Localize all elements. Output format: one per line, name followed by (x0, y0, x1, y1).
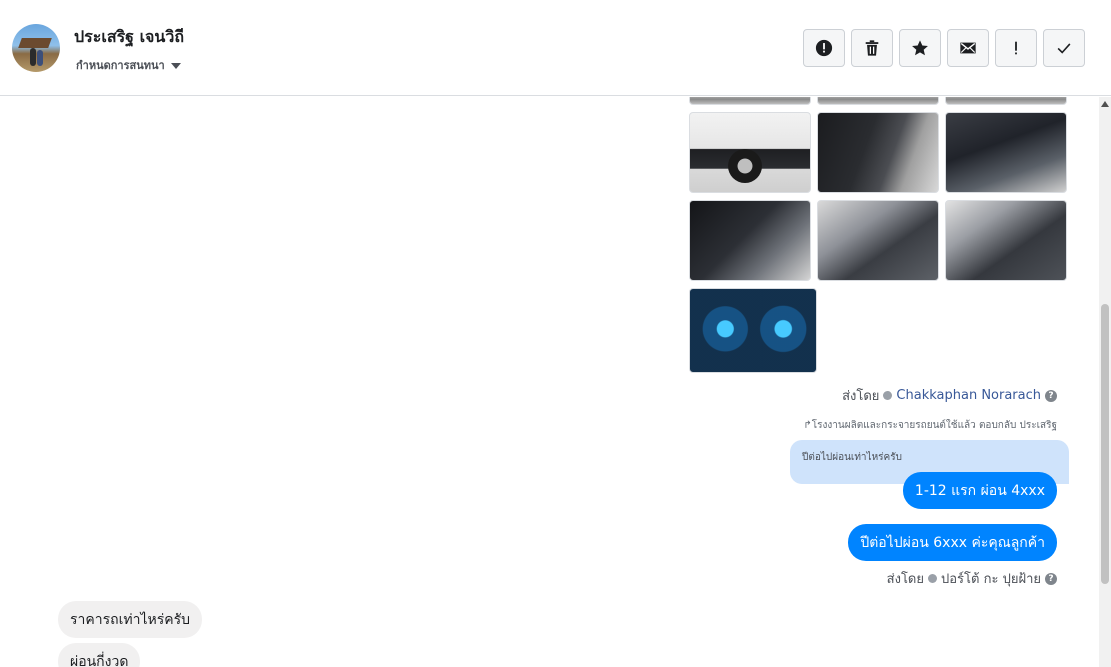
alert-circle-icon (815, 39, 833, 57)
star-button[interactable] (899, 29, 941, 67)
page-badge-icon (928, 574, 937, 583)
avatar[interactable] (12, 24, 60, 72)
spam-button[interactable] (995, 29, 1037, 67)
sender-name-link[interactable]: Chakkaphan Norarach (896, 388, 1041, 403)
sent-by-prefix: ส่งโดย (886, 572, 924, 587)
incoming-message-text: ราคารถเท่าไหร่ครับ (70, 611, 191, 628)
avatar-photo-detail (37, 50, 43, 66)
mark-unread-button[interactable] (947, 29, 989, 67)
assign-conversation-label: กำหนดการสนทนา (76, 59, 165, 72)
help-icon[interactable]: ? (1045, 572, 1057, 585)
outgoing-message-text: 1-12 แรก ผ่อน 4xxx (914, 482, 1045, 499)
message-photo[interactable] (817, 97, 939, 105)
message-photo[interactable] (817, 200, 939, 281)
toolbar (803, 29, 1085, 67)
message-photo[interactable] (945, 200, 1067, 281)
avatar-photo-detail (18, 38, 52, 48)
star-icon (912, 40, 928, 56)
message-photo[interactable] (817, 112, 939, 193)
outgoing-message[interactable]: 1-12 แรก ผ่อน 4xxx (902, 472, 1057, 509)
message-photo[interactable] (689, 112, 811, 193)
message-thread: ส่งโดย Chakkaphan Norarach ? ↱โรงงานผลิต… (0, 97, 1099, 667)
incoming-message[interactable]: ราคารถเท่าไหร่ครับ (58, 601, 203, 638)
message-photo[interactable] (689, 200, 811, 281)
message-photo[interactable] (689, 97, 811, 105)
sender-name[interactable]: ปอร์โต้ กะ ปุยฝ้าย (941, 568, 1041, 589)
report-button[interactable] (803, 29, 845, 67)
sent-by-prefix: ส่งโดย (842, 389, 880, 404)
avatar-photo-detail (30, 48, 36, 66)
scroll-up-arrow-icon[interactable] (1101, 101, 1109, 107)
checkmark-icon (1057, 43, 1071, 54)
outgoing-message[interactable]: ปีต่อไปผ่อน 6xxx ค่ะคุณลูกค้า (848, 524, 1057, 561)
message-photo[interactable] (689, 288, 817, 373)
message-photo[interactable] (945, 112, 1067, 193)
scrollbar-thumb[interactable] (1101, 304, 1109, 584)
reply-context: ↱โรงงานผลิตและกระจายรถยนต์ใช้แล้ว ตอบกลั… (803, 420, 1057, 431)
outgoing-message-text: ปีต่อไปผ่อน 6xxx ค่ะคุณลูกค้า (860, 534, 1045, 551)
trash-icon (865, 40, 879, 56)
exclamation-icon (1015, 41, 1017, 55)
mark-done-button[interactable] (1043, 29, 1085, 67)
delete-button[interactable] (851, 29, 893, 67)
incoming-message[interactable]: ผ่อนกี่งวด (58, 643, 141, 667)
contact-name[interactable]: ประเสริฐ เจนวิถี (74, 25, 184, 50)
caret-down-icon (170, 62, 181, 69)
sent-by-line: ส่งโดย Chakkaphan Norarach ? (842, 385, 1057, 406)
assign-conversation-dropdown[interactable]: กำหนดการสนทนา (76, 56, 181, 74)
page-badge-icon (883, 391, 893, 400)
help-icon[interactable]: ? (1045, 389, 1057, 402)
incoming-message-text: ผ่อนกี่งวด (70, 653, 129, 667)
message-photo[interactable] (945, 97, 1067, 105)
quoted-message-text: ปีต่อไปผ่อนเท่าไหร่ครับ (802, 452, 902, 463)
envelope-icon (960, 42, 976, 54)
thread-scrollbar[interactable] (1099, 97, 1111, 667)
conversation-header: ประเสริฐ เจนวิถี กำหนดการสนทนา (0, 0, 1111, 96)
sent-by-line: ส่งโดย ปอร์โต้ กะ ปุยฝ้าย ? (887, 568, 1057, 589)
